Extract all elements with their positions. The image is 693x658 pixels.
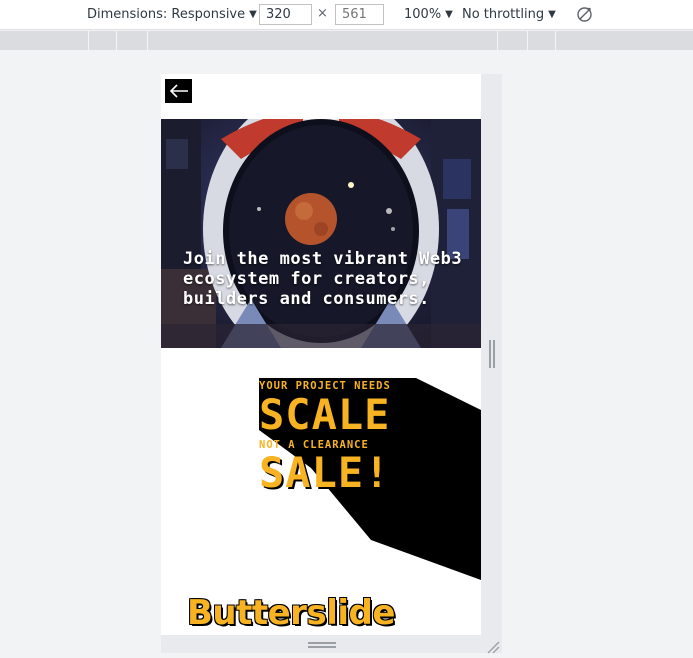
media-query-divider (555, 31, 556, 50)
back-arrow-icon (169, 84, 188, 98)
throttling-dropdown[interactable]: No throttling ▼ (462, 7, 556, 22)
media-query-divider (527, 31, 528, 50)
rotate-icon[interactable] (576, 6, 593, 23)
height-input[interactable] (335, 4, 384, 25)
promo-line-4: SALE! (259, 448, 391, 497)
media-query-divider (147, 31, 148, 50)
throttling-label: No throttling (462, 7, 545, 22)
chevron-down-icon: ▼ (445, 9, 453, 20)
media-query-divider (497, 31, 498, 50)
media-query-divider (88, 31, 89, 50)
right-resize-handle[interactable] (489, 340, 495, 368)
device-viewport: Join the most vibrant Web3 ecosystem for… (161, 74, 481, 635)
astronaut-illustration (161, 119, 481, 348)
dimensions-label: Dimensions: Responsive (87, 7, 246, 22)
zoom-dropdown[interactable]: 100% ▼ (404, 7, 453, 22)
bottom-resize-handle[interactable] (308, 642, 336, 648)
width-input[interactable] (259, 4, 312, 25)
devtools-toolbar: Dimensions: Responsive ▼ × 100% ▼ No thr… (0, 0, 693, 30)
zoom-label: 100% (404, 7, 442, 22)
promo-banner: YOUR PROJECT NEEDS SCALE NOT A CLEARANCE… (161, 348, 481, 598)
hero-banner: Join the most vibrant Web3 ecosystem for… (161, 119, 481, 348)
brand-logo[interactable]: Butterslide (187, 593, 395, 633)
chevron-down-icon: ▼ (249, 9, 257, 20)
times-symbol: × (317, 6, 328, 21)
media-query-divider (116, 31, 117, 50)
back-button[interactable] (165, 79, 192, 103)
resize-handle-icon[interactable] (486, 640, 500, 654)
promo-line-2: SCALE (259, 390, 391, 439)
media-query-bar (0, 31, 693, 50)
chevron-down-icon: ▼ (548, 9, 556, 20)
hero-headline: Join the most vibrant Web3 ecosystem for… (183, 249, 463, 309)
dimensions-dropdown[interactable]: Dimensions: Responsive ▼ (87, 7, 257, 22)
